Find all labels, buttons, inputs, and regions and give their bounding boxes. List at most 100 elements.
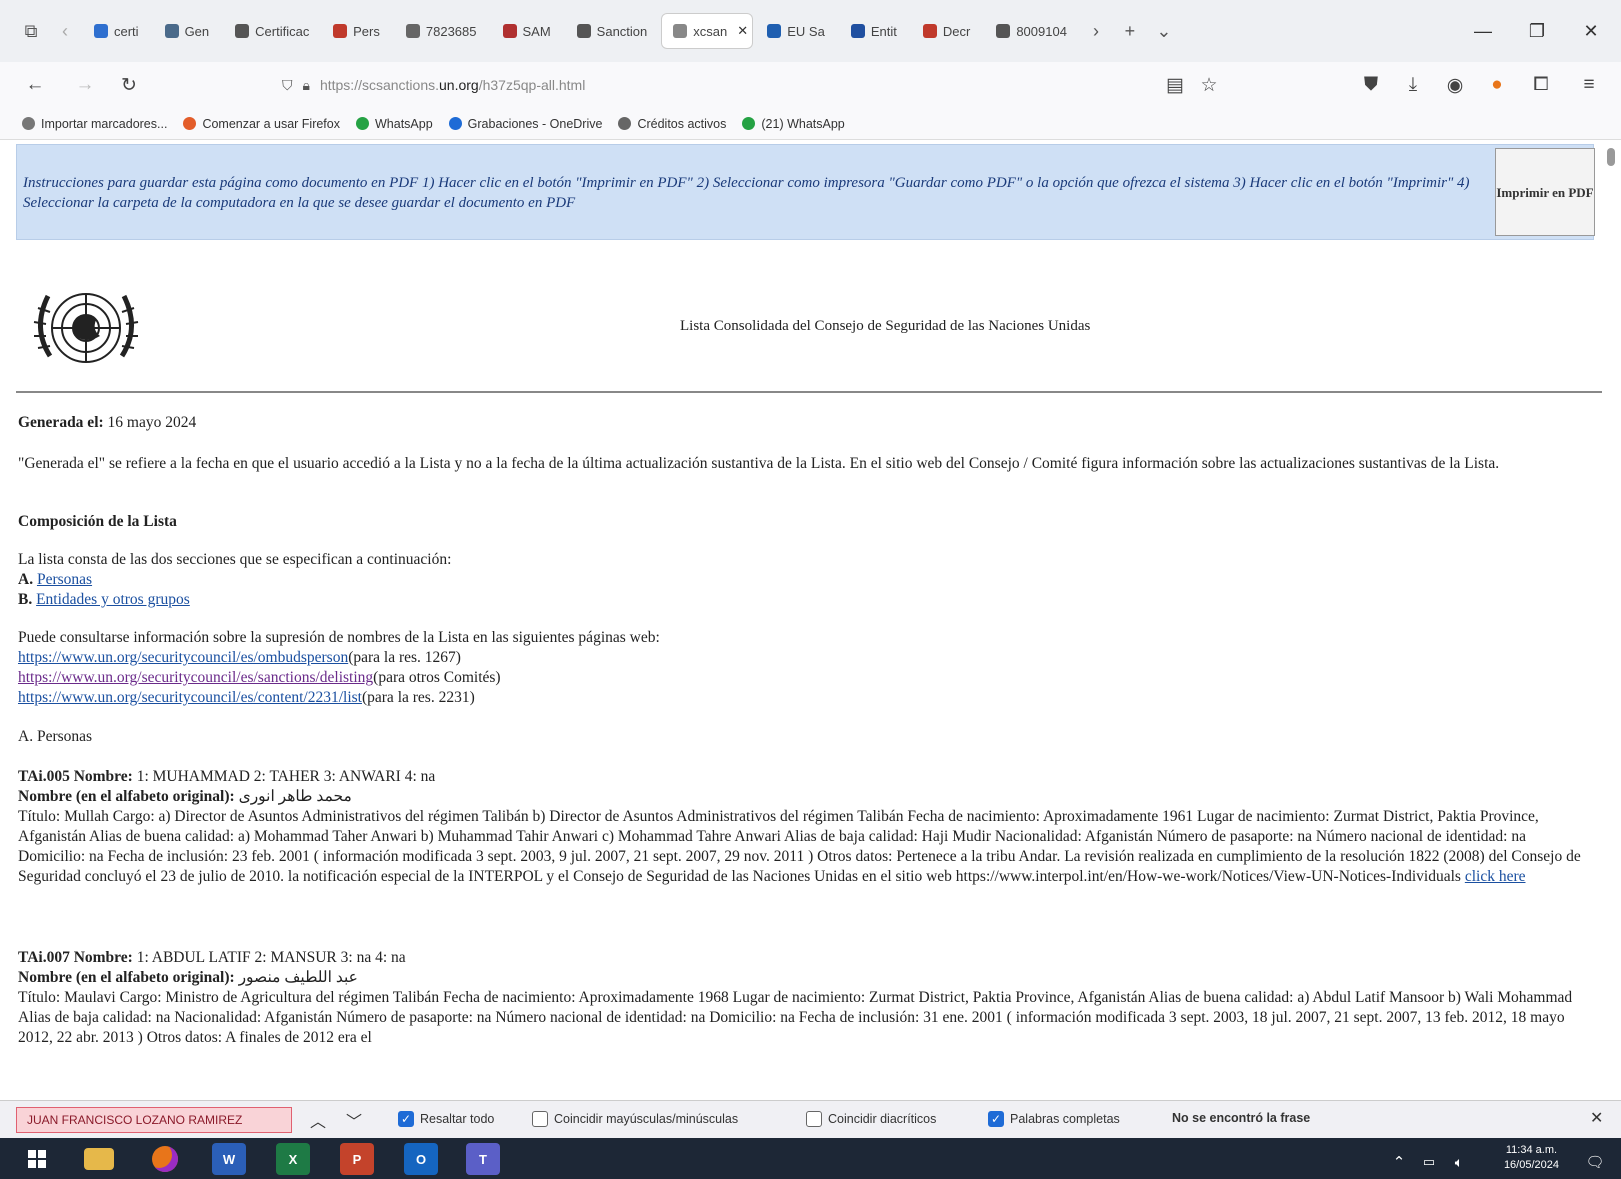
restore-icon[interactable]: ❐ xyxy=(1512,0,1562,62)
tab-favicon-icon xyxy=(235,24,250,38)
outlook-icon[interactable]: O xyxy=(404,1143,438,1175)
find-previous-icon[interactable]: ︿ xyxy=(310,1108,326,1132)
tab-scroll-left-icon[interactable]: ‹ xyxy=(48,14,82,48)
tab-bar: ⧉ ‹ certi Gen Certificac Pers 7823685 SAM Sanc… xyxy=(0,0,1621,62)
close-window-icon[interactable]: ✕ xyxy=(1566,0,1616,62)
page-scrollbar[interactable] xyxy=(1607,140,1617,1100)
section-b-link[interactable]: Entidades y otros grupos xyxy=(36,591,190,608)
click-here-link[interactable]: click here xyxy=(1465,868,1526,885)
print-pdf-button[interactable]: Imprimir en PDF xyxy=(1495,148,1595,236)
composition-block: La lista consta de las dos secciones que… xyxy=(18,550,1588,610)
tab-favicon-icon xyxy=(922,24,937,38)
bookmark-item[interactable]: (21) WhatsApp xyxy=(742,117,845,131)
forward-icon[interactable]: → xyxy=(70,70,100,100)
tab-favicon-icon xyxy=(405,24,420,38)
notifications-icon[interactable]: 🗨︎ xyxy=(1578,1146,1612,1178)
find-next-icon[interactable]: ﹀ xyxy=(346,1108,362,1132)
system-tray-chevron-icon[interactable]: ⌃ xyxy=(1382,1146,1416,1178)
browser-tab[interactable]: Entit xyxy=(839,13,909,49)
highlight-all-option[interactable]: ✓ Resaltar todo xyxy=(398,1111,494,1127)
minimize-icon[interactable]: — xyxy=(1458,0,1508,62)
reader-view-icon[interactable]: ▤ xyxy=(1160,70,1190,100)
bookmark-item[interactable]: Comenzar a usar Firefox xyxy=(183,117,340,131)
address-bar[interactable]: ⛉ 🔒︎ https://scsanctions.un.org/h37z5qp-… xyxy=(268,67,1218,103)
match-case-checkbox[interactable] xyxy=(532,1111,548,1127)
lock-icon[interactable]: 🔒︎ xyxy=(303,77,310,94)
bookmark-label: WhatsApp xyxy=(375,116,433,131)
browser-tab[interactable]: EU Sa xyxy=(755,13,837,49)
network-icon[interactable]: ▭ xyxy=(1412,1146,1446,1178)
browser-tab[interactable]: Sanction xyxy=(565,13,660,49)
extension-icon[interactable]: ◉ xyxy=(1440,70,1470,100)
tab-label: SAM xyxy=(522,23,551,39)
highlight-all-checkbox[interactable]: ✓ xyxy=(398,1111,414,1127)
bookmark-item[interactable]: Importar marcadores... xyxy=(22,117,167,131)
reload-icon[interactable]: ↻ xyxy=(114,70,144,100)
browser-tab[interactable]: 7823685 xyxy=(394,13,489,49)
tab-favicon-icon xyxy=(673,24,688,38)
entry1-original-script: محمد طاهر انوری xyxy=(238,788,352,805)
tab-favicon-icon xyxy=(996,24,1011,38)
tab-favicon-icon xyxy=(164,24,179,38)
divider xyxy=(16,391,1602,393)
bookmark-item[interactable]: WhatsApp xyxy=(356,117,433,131)
close-tab-icon[interactable]: ✕ xyxy=(737,23,748,39)
match-diacritics-option[interactable]: Coincidir diacríticos xyxy=(806,1111,936,1127)
browser-tab[interactable]: Pers xyxy=(321,13,392,49)
entry1-details: Título: Mullah Cargo: a) Director de Asu… xyxy=(18,808,1581,885)
section-a-link[interactable]: Personas xyxy=(37,571,92,588)
whole-words-option[interactable]: ✓ Palabras completas xyxy=(988,1111,1120,1127)
browser-tab[interactable]: 8009104 xyxy=(984,13,1079,49)
removal-intro: Puede consultarse información sobre la s… xyxy=(18,629,660,646)
tab-label: EU Sa xyxy=(787,23,825,39)
tab-list-chevron-icon[interactable]: ⌄ xyxy=(1147,14,1181,48)
tracking-shield-icon[interactable]: ⛉ xyxy=(282,77,293,94)
excel-icon[interactable]: X xyxy=(276,1143,310,1175)
tab-overview-icon[interactable]: ⧉ xyxy=(14,14,48,48)
browser-tab[interactable]: Decr xyxy=(911,13,982,49)
bookmark-label: Créditos activos xyxy=(637,116,727,131)
clock-date: 16/05/2024 xyxy=(1503,1159,1559,1171)
menu-hamburger-icon[interactable]: ≡ xyxy=(1574,70,1604,100)
pocket-icon[interactable]: ⛊ xyxy=(1356,70,1386,100)
match-case-option[interactable]: Coincidir mayúsculas/minúsculas xyxy=(532,1111,738,1127)
windows-start-icon[interactable] xyxy=(20,1143,54,1175)
find-bar: JUAN FRANCISCO LOZANO RAMIREZ ︿ ﹀ ✓ Resal… xyxy=(0,1100,1621,1138)
scrollbar-thumb[interactable] xyxy=(1607,148,1615,166)
delisting-link[interactable]: https://www.un.org/securitycouncil/es/sa… xyxy=(18,669,373,686)
tab-scroll-right-icon[interactable]: › xyxy=(1079,14,1113,48)
word-icon[interactable]: W xyxy=(212,1143,246,1175)
bookmark-star-icon[interactable]: ☆ xyxy=(1194,70,1224,100)
tab-label: certi xyxy=(114,23,139,39)
find-input[interactable]: JUAN FRANCISCO LOZANO RAMIREZ xyxy=(16,1107,292,1133)
taskbar-clock[interactable]: 11:34 a.m. 16/05/2024 xyxy=(1504,1143,1559,1173)
extensions-puzzle-icon[interactable]: ⧠ xyxy=(1526,70,1556,100)
powerpoint-icon[interactable]: P xyxy=(340,1143,374,1175)
bookmark-icon xyxy=(618,117,632,130)
volume-icon[interactable]: 🔈︎ xyxy=(1442,1146,1476,1178)
account-icon[interactable]: ● xyxy=(1482,70,1512,100)
downloads-icon[interactable]: ⤓ xyxy=(1398,70,1428,100)
page-title: Lista Consolidada del Consejo de Segurid… xyxy=(680,318,1091,334)
whole-words-checkbox[interactable]: ✓ xyxy=(988,1111,1004,1127)
tab-label: Decr xyxy=(942,23,971,39)
generated-date: 16 mayo 2024 xyxy=(107,414,197,431)
browser-tab[interactable]: xcsan ✕ xyxy=(661,13,754,49)
tab-favicon-icon xyxy=(502,24,517,38)
bookmark-item[interactable]: Grabaciones - OneDrive xyxy=(448,117,602,131)
teams-icon[interactable]: T xyxy=(466,1143,500,1175)
browser-tab[interactable]: Certificac xyxy=(223,13,319,49)
back-icon[interactable]: ← xyxy=(20,70,50,100)
match-diacritics-checkbox[interactable] xyxy=(806,1111,822,1127)
firefox-icon[interactable] xyxy=(148,1143,182,1175)
entry-tai007: TAi.007 Nombre: 1: ABDUL LATIF 2: MANSUR… xyxy=(18,948,1588,1048)
close-find-bar-icon[interactable]: ✕ xyxy=(1590,1108,1603,1128)
bookmark-item[interactable]: Créditos activos xyxy=(618,117,726,131)
ombudsperson-link[interactable]: https://www.un.org/securitycouncil/es/om… xyxy=(18,649,348,666)
browser-tab[interactable]: Gen xyxy=(153,13,222,49)
browser-tab[interactable]: certi xyxy=(82,13,151,49)
browser-tab[interactable]: SAM xyxy=(491,13,563,49)
list-2231-link[interactable]: https://www.un.org/securitycouncil/es/co… xyxy=(18,689,362,706)
file-explorer-icon[interactable] xyxy=(84,1148,114,1170)
new-tab-icon[interactable]: + xyxy=(1113,14,1147,48)
